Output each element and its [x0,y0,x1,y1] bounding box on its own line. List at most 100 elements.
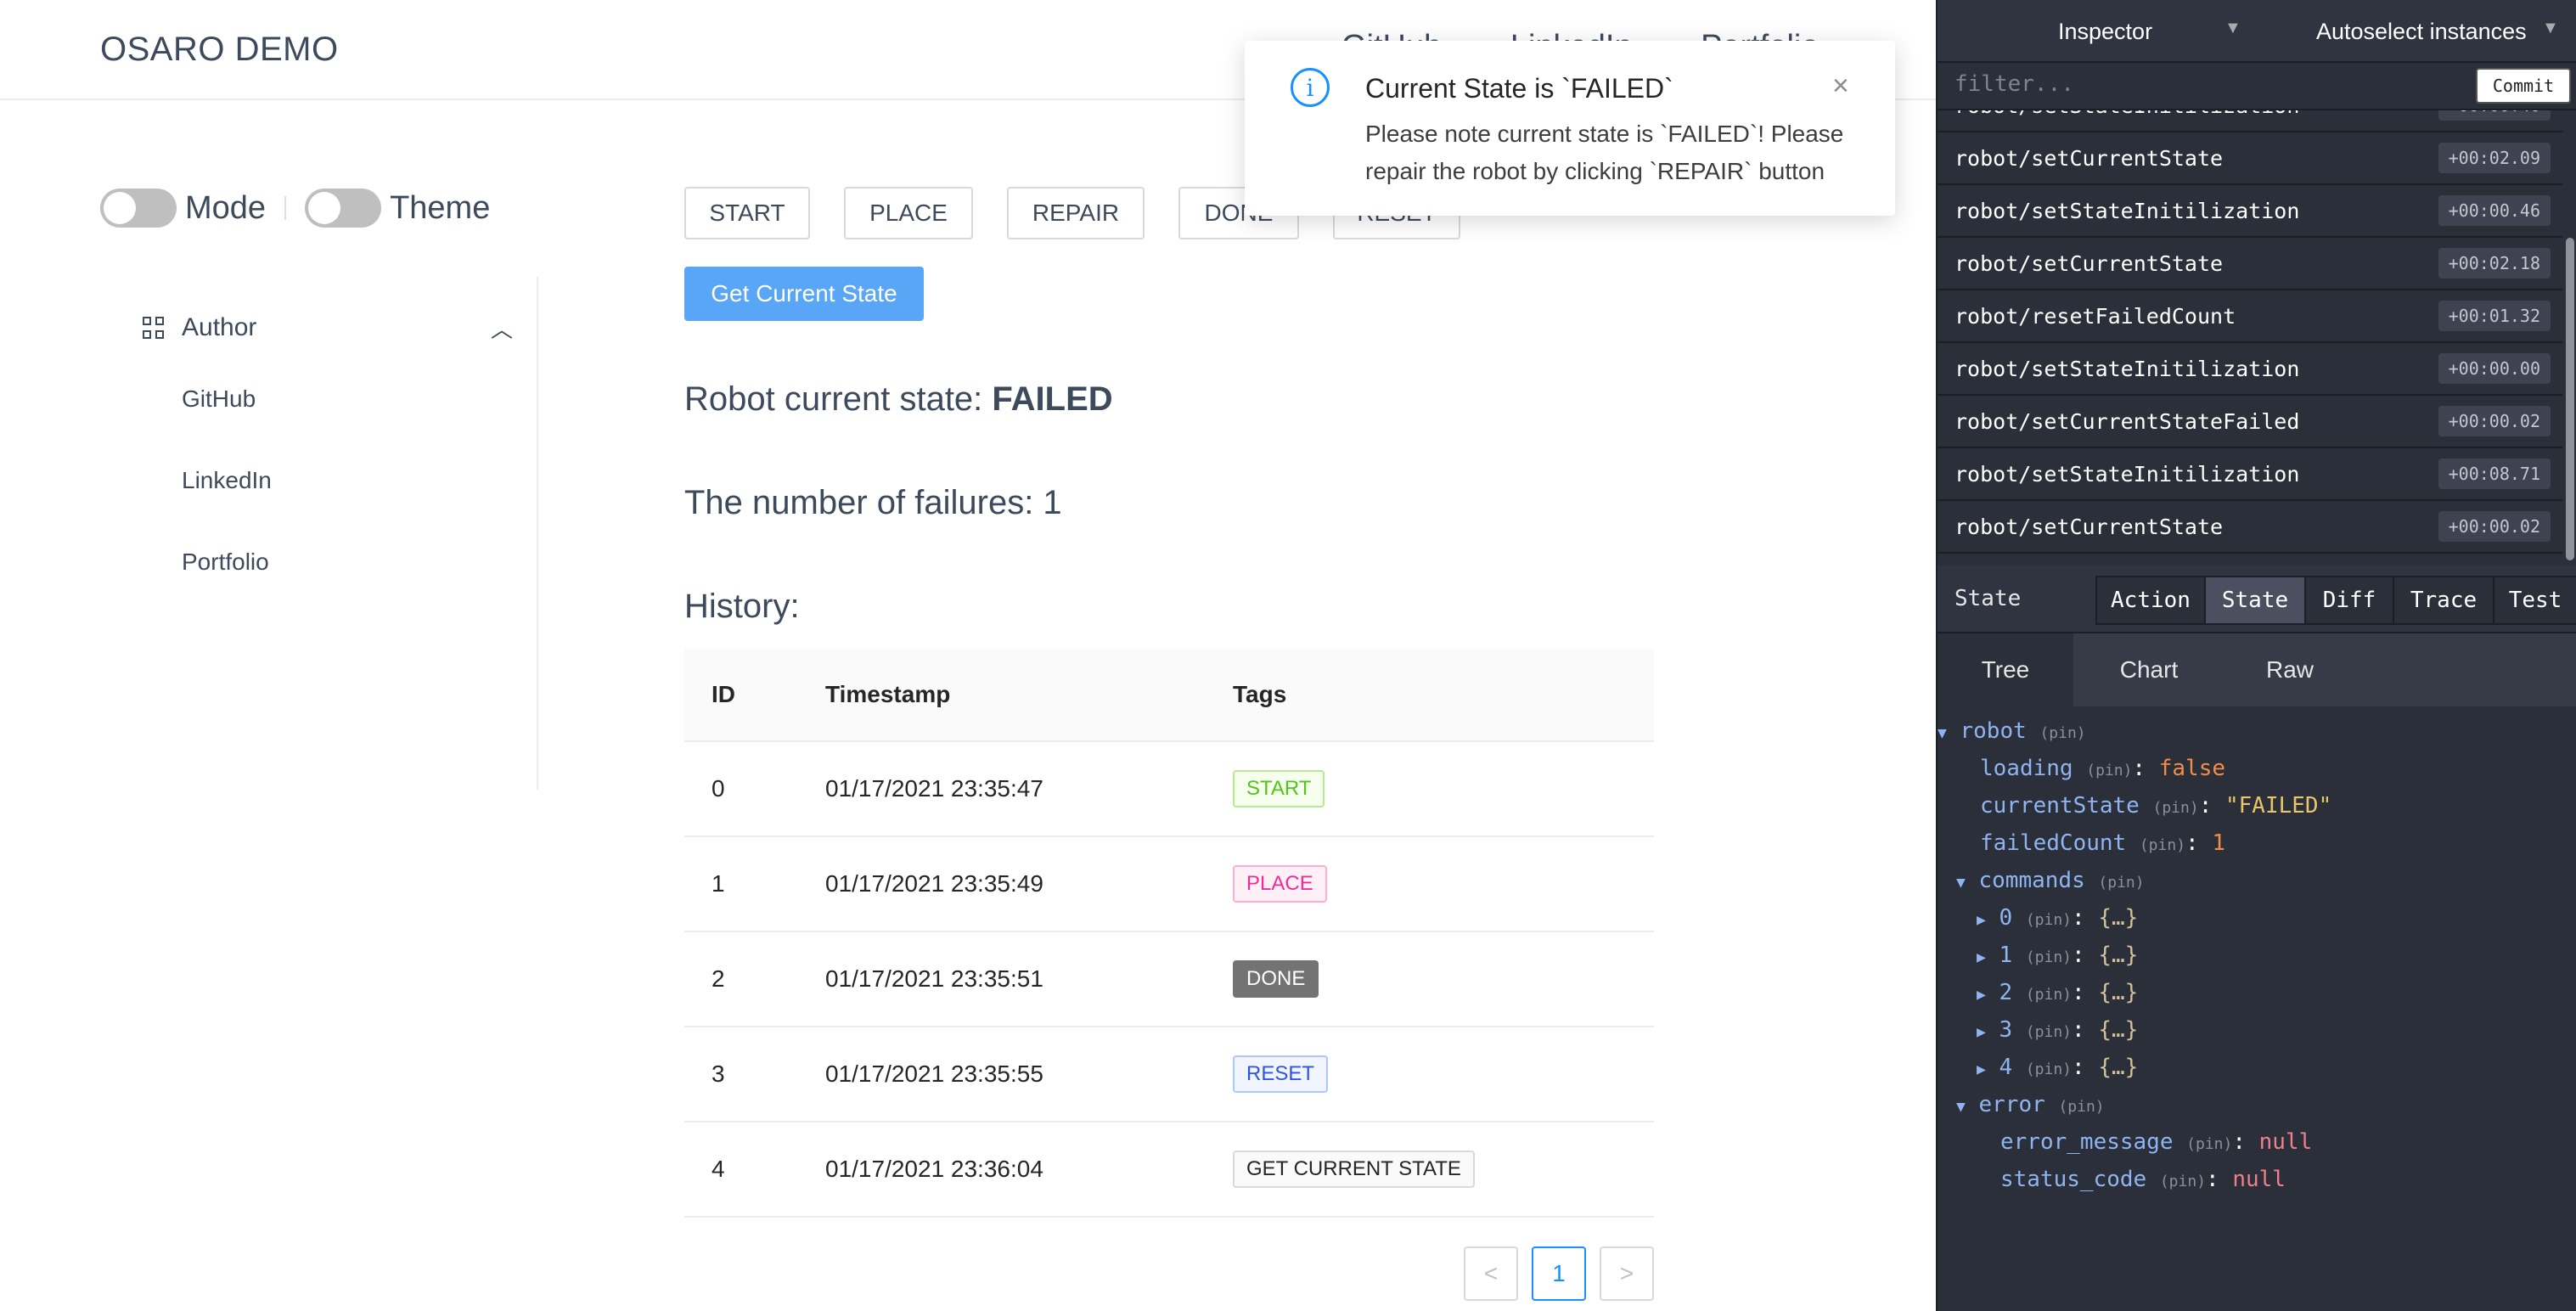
tree-node-error-message: error_message (pin): null [2000,1129,2313,1155]
tree-node-robot[interactable]: ▼ robot (pin) [1938,718,2086,744]
prev-page-button[interactable]: < [1464,1246,1518,1301]
tab-state[interactable]: State [2204,576,2306,625]
action-item[interactable]: robot/resetFailedCount +00:01.32 [1938,290,2562,343]
expand-arrow-icon: ▼ [1938,724,1947,742]
action-name: robot/setStateInitilization [1954,357,2300,381]
pin-label[interactable]: (pin) [2026,948,2072,966]
inspector-select[interactable]: Inspector [2058,19,2152,45]
pin-label[interactable]: (pin) [2026,1061,2072,1078]
pin-label[interactable]: (pin) [2098,874,2144,892]
pin-label[interactable]: (pin) [2153,799,2199,817]
autoselect-select[interactable]: Autoselect instances [2316,19,2527,45]
expand-arrow-icon: ▼ [1956,874,1966,892]
tree-key: 4 [1999,1055,2013,1080]
mode-switch[interactable] [100,188,177,228]
table-row: 3 01/17/2021 23:35:55 RESET [684,1027,1654,1123]
row-id: 3 [711,1061,725,1087]
pin-label[interactable]: (pin) [2026,986,2072,1004]
table-header: ID Timestamp Tags [684,649,1654,742]
repair-button[interactable]: REPAIR [1007,187,1145,239]
menu-author[interactable]: Author ︿ [143,302,513,353]
action-list: robot/setStateInitilization +00:00.40 ro… [1938,110,2562,564]
toggle-row: Mode Theme [100,188,490,228]
appstore-icon [143,317,165,339]
pin-label[interactable]: (pin) [2140,836,2185,854]
table-row: 0 01/17/2021 23:35:47 START [684,742,1654,837]
info-icon: i [1291,68,1330,107]
tree-node-command[interactable]: ▶ 2 (pin): {…} [1977,980,2138,1005]
row-tag: GET CURRENT STATE [1233,1151,1475,1188]
tree-node-error[interactable]: ▼ error (pin) [1956,1092,2105,1117]
theme-switch[interactable] [305,188,382,228]
pin-label[interactable]: (pin) [2160,1173,2206,1190]
tab-trace[interactable]: Trace [2393,576,2494,625]
subtab-tree[interactable]: Tree [1938,633,2073,706]
tree-key: 0 [1999,905,2013,931]
next-page-button[interactable]: > [1600,1246,1654,1301]
tree-key: loading [1980,756,2073,781]
tree-key: 1 [1999,942,2013,968]
action-item[interactable]: robot/setStateInitilization +00:00.46 [1938,185,2562,238]
commit-button[interactable]: Commit [2476,68,2571,104]
tab-action[interactable]: Action [2095,576,2206,625]
logo[interactable]: OSARO DEMO [100,31,339,69]
place-button[interactable]: PLACE [844,187,973,239]
page-1-button[interactable]: 1 [1532,1246,1586,1301]
filter-input[interactable]: filter... [1954,71,2074,97]
header-timestamp: Timestamp [825,681,951,707]
action-name: robot/setCurrentState [1954,146,2224,171]
pin-label[interactable]: (pin) [2186,1135,2232,1153]
subtab-chart[interactable]: Chart [2078,633,2219,706]
row-tag: START [1233,770,1325,807]
menu-item-github[interactable]: GitHub [182,385,256,413]
header-tags: Tags [1233,681,1287,707]
action-name: robot/setCurrentStateFailed [1954,409,2300,434]
failure-count-text: The number of failures: 1 [684,484,1062,521]
history-title: History: [684,588,800,625]
tree-node-command[interactable]: ▶ 0 (pin): {…} [1977,905,2138,931]
action-item[interactable]: robot/setStateInitilization +00:00.40 [1938,110,2562,132]
tab-test[interactable]: Test [2493,576,2576,625]
pin-label[interactable]: (pin) [2039,724,2085,742]
tree-node-command[interactable]: ▶ 4 (pin): {…} [1977,1055,2138,1080]
pin-label[interactable]: (pin) [2026,911,2072,929]
action-item[interactable]: robot/setStateInitilization +00:08.71 [1938,448,2562,501]
tree-value: false [2158,756,2226,781]
action-list-scrollbar[interactable] [2566,238,2574,560]
table-row: 4 01/17/2021 23:36:04 GET CURRENT STATE [684,1123,1654,1218]
action-item[interactable]: robot/setCurrentState +00:00.02 [1938,501,2562,554]
menu-item-portfolio[interactable]: Portfolio [182,549,269,576]
tree-value: {…} [2098,942,2139,968]
action-item[interactable]: robot/setCurrentState +00:02.18 [1938,238,2562,290]
filter-bar: filter... Commit [1938,63,2576,110]
get-current-state-button[interactable]: Get Current State [684,267,924,321]
start-button[interactable]: START [684,187,810,239]
collapsed-arrow-icon: ▶ [1977,1061,1986,1078]
tree-key: commands [1978,868,2085,893]
row-timestamp: 01/17/2021 23:35:51 [825,965,1043,992]
pin-label[interactable]: (pin) [2086,762,2132,779]
action-item[interactable]: robot/setStateInitilization +00:00.00 [1938,343,2562,396]
action-name: robot/setStateInitilization [1954,110,2299,118]
tree-node-command[interactable]: ▶ 1 (pin): {…} [1977,942,2138,968]
tab-diff[interactable]: Diff [2304,576,2394,625]
tree-node-command[interactable]: ▶ 3 (pin): {…} [1977,1017,2138,1043]
expand-arrow-icon: ▼ [1956,1098,1966,1116]
tree-node-commands[interactable]: ▼ commands (pin) [1956,868,2145,893]
notification-title: Current State is `FAILED` [1365,73,1673,104]
tree-node-loading: loading (pin): false [1980,756,2226,781]
pin-label[interactable]: (pin) [2058,1098,2104,1116]
tree-value: {…} [2098,1017,2139,1043]
tree-key: 2 [1999,980,2013,1005]
action-item[interactable]: robot/setCurrentState +00:02.09 [1938,132,2562,185]
action-name: robot/resetFailedCount [1954,304,2236,329]
tree-node-failedcount: failedCount (pin): 1 [1980,830,2225,856]
action-item[interactable]: robot/setCurrentStateFailed +00:00.02 [1938,396,2562,448]
toggle-divider [284,196,287,220]
subtab-raw[interactable]: Raw [2219,633,2360,706]
menu-item-linkedin[interactable]: LinkedIn [182,467,272,494]
action-name: robot/setStateInitilization [1954,462,2300,487]
close-icon[interactable]: × [1832,70,1849,103]
tree-node-status-code: status_code (pin): null [2000,1167,2286,1192]
pin-label[interactable]: (pin) [2026,1023,2072,1041]
